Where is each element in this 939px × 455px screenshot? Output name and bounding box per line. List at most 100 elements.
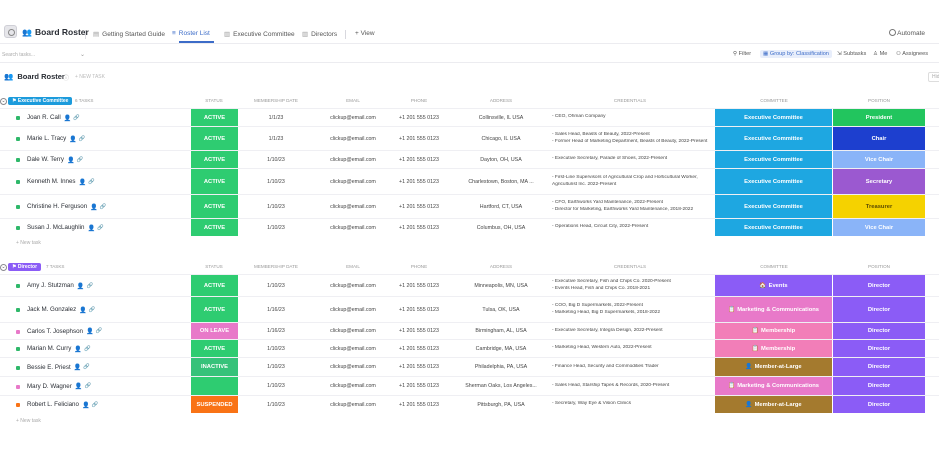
table-row[interactable]: Marie L. Tracy 👤 🔗 Active 1/1/23 clickup@emai… (0, 126, 939, 150)
email-cell[interactable]: clickup@email.com (320, 109, 386, 126)
task-name[interactable]: Mary D. Wagner (27, 383, 72, 390)
name-cell[interactable]: Mary D. Wagner 👤 🔗 (27, 377, 187, 395)
tab-getting-started[interactable]: ▤ Getting Started Guide (93, 30, 165, 38)
position-badge[interactable]: Vice Chair (833, 219, 925, 236)
name-cell[interactable]: Christine H. Ferguson 👤 🔗 (27, 195, 187, 218)
email-cell[interactable]: clickup@email.com (320, 195, 386, 218)
column-header-address[interactable]: Address (466, 98, 536, 103)
email-cell[interactable]: clickup@email.com (320, 323, 386, 339)
group-by-button[interactable]: ▦ Group by: Classification (760, 50, 832, 58)
link-icon[interactable]: 🔗 (84, 346, 91, 352)
new-task-link[interactable]: + NEW TASK (75, 74, 105, 80)
link-icon[interactable]: 🔗 (89, 307, 96, 313)
task-name[interactable]: Dale W. Terry (27, 156, 64, 163)
collapse-icon[interactable]: ⌄ (0, 98, 7, 105)
status-badge[interactable]: Suspended (191, 396, 238, 413)
table-row[interactable]: Dale W. Terry 👤 🔗 Active 1/10/23 clickup@emai… (0, 150, 939, 168)
link-icon[interactable]: 🔗 (73, 115, 80, 121)
column-header-address[interactable]: Address (466, 264, 536, 269)
email-cell[interactable]: clickup@email.com (320, 396, 386, 413)
column-header-phone[interactable]: Phone (384, 98, 454, 103)
status-badge[interactable]: Active (191, 275, 238, 296)
committee-badge[interactable]: Executive Committee (715, 219, 833, 236)
task-name[interactable]: Amy J. Stutzman (27, 282, 74, 289)
link-icon[interactable]: 🔗 (92, 402, 99, 408)
group-badge[interactable]: ⚑ Executive Committee (8, 97, 73, 105)
new-task-button[interactable]: + New task (16, 240, 41, 246)
email-cell[interactable]: clickup@email.com (320, 219, 386, 236)
table-row[interactable]: Carlos T. Josephson 👤 🔗 On Leave 1/16/23 clic… (0, 322, 939, 339)
position-badge[interactable]: Director (833, 340, 925, 357)
email-cell[interactable]: clickup@email.com (320, 151, 386, 168)
email-cell[interactable]: clickup@email.com (320, 169, 386, 194)
name-cell[interactable]: Bessie E. Priest 👤 🔗 (27, 358, 187, 376)
committee-badge[interactable]: 📋 Marketing & Communications (715, 297, 833, 322)
status-badge[interactable]: Active (191, 297, 238, 322)
column-header-email[interactable]: Email (318, 264, 388, 269)
link-icon[interactable]: 🔗 (86, 283, 93, 289)
status-badge[interactable]: Active (191, 151, 238, 168)
filter-button[interactable]: ⚲ Filter (733, 51, 751, 57)
table-row[interactable]: Joan R. Call 👤 🔗 Active 1/1/23 clickup@email.… (0, 108, 939, 126)
column-header-credentials[interactable]: Credentials (595, 264, 665, 269)
link-icon[interactable]: 🔗 (96, 328, 103, 334)
column-header-membership-date[interactable]: Membership Date (241, 98, 311, 103)
status-badge[interactable] (191, 377, 238, 395)
status-badge[interactable]: Active (191, 109, 238, 126)
table-row[interactable]: Marian M. Curry 👤 🔗 Active 1/10/23 clickup@em… (0, 339, 939, 357)
position-badge[interactable]: Director (833, 297, 925, 322)
name-cell[interactable]: Carlos T. Josephson 👤 🔗 (27, 323, 187, 339)
link-icon[interactable]: 🔗 (97, 225, 104, 231)
email-cell[interactable]: clickup@email.com (320, 340, 386, 357)
status-badge[interactable]: Active (191, 195, 238, 218)
position-badge[interactable]: Treasurer (833, 195, 925, 218)
email-cell[interactable]: clickup@email.com (320, 275, 386, 296)
automate-button[interactable]: Automate (897, 30, 925, 37)
subtasks-button[interactable]: ⇲ Subtasks (837, 51, 866, 57)
new-task-button[interactable]: + New task (16, 418, 41, 424)
collapse-icon[interactable]: ⌄ (0, 264, 7, 271)
position-badge[interactable]: Secretary (833, 169, 925, 194)
table-row[interactable]: Kenneth M. Innes 👤 🔗 Active 1/10/23 clickup@e… (0, 168, 939, 194)
add-view-button[interactable]: + View (355, 30, 375, 37)
name-cell[interactable]: Amy J. Stutzman 👤 🔗 (27, 275, 187, 296)
committee-badge[interactable]: 📋 Membership (715, 323, 833, 339)
status-badge[interactable]: Active (191, 127, 238, 150)
committee-badge[interactable]: 📋 Marketing & Communications (715, 377, 833, 395)
task-name[interactable]: Joan R. Call (27, 114, 61, 121)
committee-badge[interactable]: 👤 Member-at-Large (715, 396, 833, 413)
task-name[interactable]: Christine H. Ferguson (27, 203, 87, 210)
committee-badge[interactable]: Executive Committee (715, 169, 833, 194)
committee-badge[interactable]: Executive Committee (715, 127, 833, 150)
name-cell[interactable]: Robert L. Feliciano 👤 🔗 (27, 396, 187, 413)
position-badge[interactable]: Director (833, 323, 925, 339)
name-cell[interactable]: Marian M. Curry 👤 🔗 (27, 340, 187, 357)
table-row[interactable]: Mary D. Wagner 👤 🔗 1/10/23 clickup@email.com… (0, 376, 939, 395)
task-name[interactable]: Jack M. Gonzalez (27, 306, 76, 313)
group-badge[interactable]: ⚑ Director (8, 263, 42, 271)
chevron-down-icon[interactable]: ⌄ (80, 51, 85, 58)
link-icon[interactable]: 🔗 (88, 179, 95, 185)
column-header-status[interactable]: Status (179, 98, 249, 103)
committee-badge[interactable]: Executive Committee (715, 195, 833, 218)
task-name[interactable]: Carlos T. Josephson (27, 328, 83, 335)
link-icon[interactable]: 🔗 (85, 383, 92, 389)
column-header-email[interactable]: Email (318, 98, 388, 103)
table-row[interactable]: Susan J. McLaughlin 👤 🔗 Active 1/10/23 clicku… (0, 218, 939, 236)
column-header-position[interactable]: Position (834, 98, 924, 103)
position-badge[interactable]: Director (833, 396, 925, 413)
email-cell[interactable]: clickup@email.com (320, 127, 386, 150)
task-name[interactable]: Robert L. Feliciano (27, 401, 79, 408)
workspace-icon[interactable] (4, 25, 17, 38)
position-badge[interactable]: Director (833, 358, 925, 376)
position-badge[interactable]: President (833, 109, 925, 126)
column-header-committee[interactable]: Committee (729, 264, 819, 269)
name-cell[interactable]: Joan R. Call 👤 🔗 (27, 109, 187, 126)
committee-badge[interactable]: 📋 Membership (715, 340, 833, 357)
column-header-phone[interactable]: Phone (384, 264, 454, 269)
email-cell[interactable]: clickup@email.com (320, 297, 386, 322)
status-badge[interactable]: On Leave (191, 323, 238, 339)
assignees-button[interactable]: ⚇ Assignees (896, 51, 928, 57)
column-header-status[interactable]: Status (179, 264, 249, 269)
table-row[interactable]: Jack M. Gonzalez 👤 🔗 Active 1/16/23 clickup@e… (0, 296, 939, 322)
